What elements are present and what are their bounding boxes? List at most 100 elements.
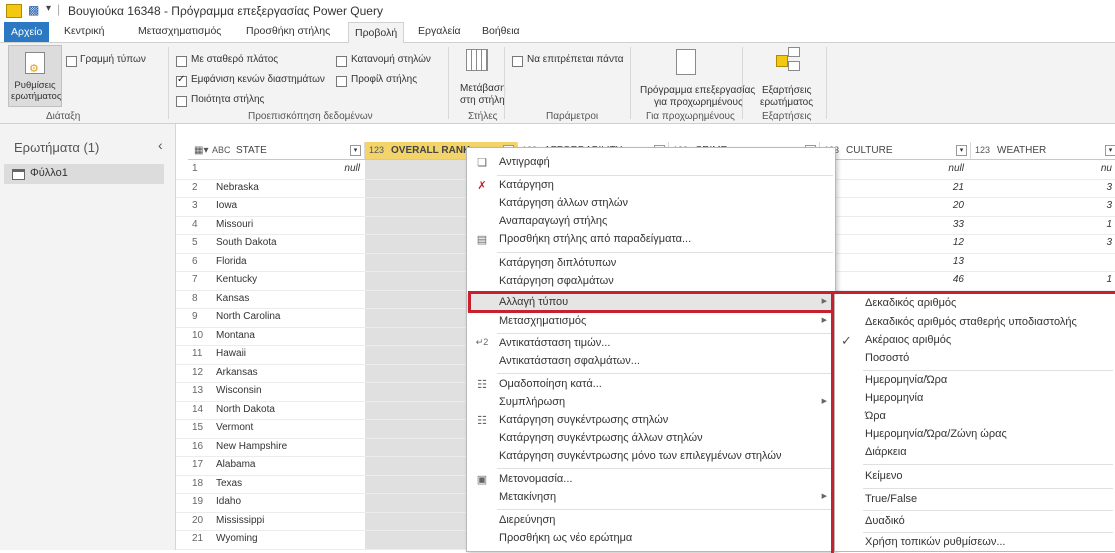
type-icon-number[interactable]: 123	[975, 142, 990, 159]
cell-weather[interactable]: 3	[976, 182, 1112, 193]
cell-state[interactable]: Arkansas	[216, 367, 258, 378]
tab-view[interactable]: Προβολή	[348, 22, 405, 44]
menu-item-remove[interactable]: ✗ Κατάργηση	[467, 177, 835, 195]
advanced-editor-label-line2[interactable]: για προχωρημένους	[654, 97, 743, 108]
cell-state[interactable]: Nebraska	[216, 182, 259, 193]
cell-weather[interactable]: nu	[976, 163, 1112, 174]
cell-culture[interactable]: 46	[824, 274, 964, 285]
tab-file[interactable]: Αρχείο	[4, 22, 50, 42]
column-filter-dropdown-icon[interactable]: ▾	[350, 145, 361, 156]
cell-culture[interactable]: 20	[824, 200, 964, 211]
go-to-column-icon[interactable]	[466, 49, 488, 71]
menu-item-copy[interactable]: ❏ Αντιγραφή	[467, 154, 835, 172]
cell-culture[interactable]: null	[824, 163, 964, 174]
menu-item-duplicate-column[interactable]: Αναπαραγωγή στήλης	[467, 213, 835, 231]
column-profile-checkbox[interactable]	[336, 76, 347, 87]
show-whitespace-checkbox[interactable]	[176, 74, 187, 87]
menu-item-replace-errors[interactable]: Αντικατάσταση σφαλμάτων...	[467, 353, 835, 371]
query-dependencies-icon[interactable]	[776, 55, 788, 67]
row-number: 6	[192, 255, 198, 267]
column-filter-dropdown-icon[interactable]: ▾	[1105, 145, 1115, 156]
menu-item-transform[interactable]: Μετασχηματισμός ▶	[467, 313, 835, 331]
cell-state[interactable]: Iowa	[216, 200, 237, 211]
column-distribution-checkbox[interactable]	[336, 56, 347, 67]
cell-culture[interactable]: 21	[824, 182, 964, 193]
menu-item-fill[interactable]: Συμπλήρωση ▶	[467, 394, 835, 412]
cell-state[interactable]: Hawaii	[216, 348, 246, 359]
query-dependencies-label-line2[interactable]: ερωτήματος	[760, 97, 813, 108]
menu-item-drill-down[interactable]: Διερεύνηση	[467, 512, 835, 530]
row-number: 18	[192, 477, 204, 489]
query-settings-button[interactable]: ⚙ Ρυθμίσεις ερωτήματος	[8, 45, 62, 107]
cell-state[interactable]: Kentucky	[216, 274, 257, 285]
menu-separator	[497, 373, 833, 374]
cell-state[interactable]: North Carolina	[216, 311, 280, 322]
column-quality-checkbox[interactable]	[176, 96, 187, 107]
cell-state[interactable]: New Hampshire	[216, 441, 287, 452]
cell-weather[interactable]: 3	[976, 237, 1112, 248]
tab-add-column[interactable]: Προσθήκη στήλης	[246, 25, 330, 37]
menu-item-unpivot-other-columns[interactable]: Κατάργηση συγκέντρωσης άλλων στηλών	[467, 430, 835, 448]
column-header-weather[interactable]: 123 WEATHER ▾	[971, 142, 1115, 160]
ribbon-separator	[630, 47, 631, 119]
monospaced-checkbox[interactable]	[176, 56, 187, 67]
cell-state[interactable]: Alabama	[216, 459, 255, 470]
column-header-state[interactable]: ▦▾ ABC STATE ▾	[188, 142, 365, 160]
menu-item-remove-other-columns[interactable]: Κατάργηση άλλων στηλών	[467, 195, 835, 213]
save-icon[interactable]: ▩	[28, 3, 39, 17]
menu-item-add-column-from-examples[interactable]: ▤ Προσθήκη στήλης από παραδείγματα...	[467, 231, 835, 249]
cell-state[interactable]: Kansas	[216, 293, 249, 304]
quick-access-dropdown-icon[interactable]: ▾	[46, 3, 51, 14]
cell-state[interactable]: Vermont	[216, 422, 253, 433]
menu-item-move[interactable]: Μετακίνηση ▶	[467, 489, 835, 507]
table-menu-icon[interactable]: ▦▾	[194, 142, 208, 159]
type-icon-number[interactable]: 123	[369, 142, 384, 159]
ribbon: ⚙ Ρυθμίσεις ερωτήματος Γραμμή τύπων Διάτ…	[0, 43, 1115, 124]
cell-weather[interactable]: 1	[976, 274, 1112, 285]
tab-home[interactable]: Κεντρική	[64, 25, 104, 37]
row-number: 13	[192, 385, 204, 396]
go-to-column-label-line2[interactable]: στη στήλη	[460, 95, 505, 106]
cell-weather[interactable]: 1	[976, 219, 1112, 230]
cell-state[interactable]: Mississippi	[216, 515, 264, 526]
cell-state[interactable]: Missouri	[216, 219, 253, 230]
always-allow-checkbox[interactable]	[512, 56, 523, 67]
formula-bar-checkbox[interactable]	[66, 56, 77, 67]
cell-weather[interactable]: 3	[976, 200, 1112, 211]
menu-item-group-by[interactable]: ☷ Ομαδοποίηση κατά...	[467, 376, 835, 394]
cell-state[interactable]: South Dakota	[216, 237, 277, 248]
menu-item-unpivot-columns[interactable]: ☷ Κατάργηση συγκέντρωσης στηλών	[467, 412, 835, 430]
query-dependencies-icon-node	[788, 61, 800, 71]
query-item[interactable]: Φύλλο1	[4, 164, 164, 184]
collapse-pane-icon[interactable]: ‹	[158, 137, 163, 153]
column-header-culture[interactable]: 123 CULTURE ▾	[820, 142, 971, 160]
menu-item-remove-errors[interactable]: Κατάργηση σφαλμάτων	[467, 273, 835, 291]
go-to-column-label-line1[interactable]: Μετάβαση	[460, 83, 506, 94]
tab-transform[interactable]: Μετασχηματισμός	[138, 25, 221, 37]
cell-state[interactable]: Wisconsin	[216, 385, 262, 396]
cell-state[interactable]: Idaho	[216, 496, 241, 507]
cell-state[interactable]: Wyoming	[216, 533, 258, 544]
cell-culture[interactable]: 12	[824, 237, 964, 248]
cell-state[interactable]: Florida	[216, 256, 247, 267]
cell-culture[interactable]: 13	[824, 256, 964, 267]
menu-item-unpivot-selected-columns[interactable]: Κατάργηση συγκέντρωσης μόνο των επιλεγμέ…	[467, 448, 835, 466]
cell-state[interactable]: Montana	[216, 330, 255, 341]
menu-item-rename[interactable]: ▣ Μετονομασία...	[467, 471, 835, 489]
column-filter-dropdown-icon[interactable]: ▾	[956, 145, 967, 156]
query-dependencies-label-line1[interactable]: Εξαρτήσεις	[762, 85, 811, 96]
menu-item-replace-values[interactable]: ↵2 Αντικατάσταση τιμών...	[467, 335, 835, 353]
tab-tools[interactable]: Εργαλεία	[418, 25, 461, 37]
type-icon-text[interactable]: ABC	[212, 142, 231, 159]
menu-item-add-as-new-query[interactable]: Προσθήκη ως νέο ερώτημα	[467, 530, 835, 548]
cell-state[interactable]: null	[216, 163, 360, 174]
cell-state[interactable]: Texas	[216, 478, 242, 489]
column-context-menu: ❏ Αντιγραφή ✗ Κατάργηση Κατάργηση άλλων στ…	[466, 147, 836, 552]
menu-item-remove-duplicates[interactable]: Κατάργηση διπλότυπων	[467, 255, 835, 273]
cell-state[interactable]: North Dakota	[216, 404, 275, 415]
tab-help[interactable]: Βοήθεια	[482, 25, 520, 37]
column-profile-label: Προφίλ στήλης	[351, 74, 418, 85]
cell-culture[interactable]: 33	[824, 219, 964, 230]
advanced-editor-label-line1[interactable]: Πρόγραμμα επεξεργασίας	[640, 85, 755, 96]
advanced-editor-icon[interactable]	[676, 49, 696, 75]
